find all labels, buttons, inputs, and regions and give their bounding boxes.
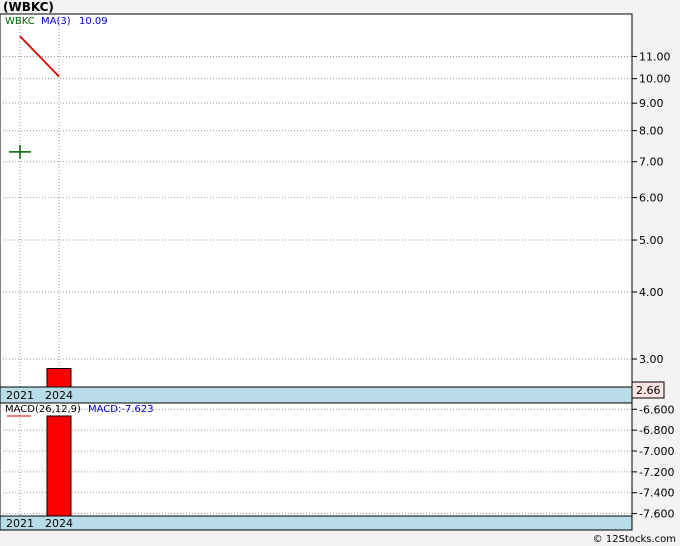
macd-y-tick-label: -6.600 bbox=[639, 403, 674, 416]
last-price-label: 2.66 bbox=[636, 384, 661, 397]
price-y-tick-label: 10.00 bbox=[639, 73, 671, 86]
macd-x-axis-band bbox=[0, 515, 633, 531]
price-y-tick-label: 4.00 bbox=[639, 286, 664, 299]
macd-panel: -6.600 -6.800 -7.000 -7.200 -7.400 -7.600 202… bbox=[0, 402, 674, 531]
price-y-tick-label: 6.00 bbox=[639, 192, 664, 205]
price-y-tick-label: 9.00 bbox=[639, 97, 664, 110]
macd-plot-area bbox=[0, 402, 633, 517]
macd-bars bbox=[46, 415, 72, 517]
x-label-2021: 2021 bbox=[6, 517, 34, 530]
price-plot-area bbox=[0, 13, 633, 388]
price-panel: 11.00 10.00 9.00 8.00 7.00 6.00 5.00 4.00 3.00 2… bbox=[0, 13, 671, 404]
macd-bar-2024 bbox=[46, 415, 72, 517]
stock-chart: (WBKC) 11.00 10.00 9.00 8.00 7.00 6.00 5.00 4.0… bbox=[0, 0, 676, 545]
x-label-2024: 2024 bbox=[45, 517, 73, 530]
macd-y-tick-label: -7.000 bbox=[639, 445, 674, 458]
chart-title: (WBKC) bbox=[3, 0, 54, 14]
price-y-axis: 11.00 10.00 9.00 8.00 7.00 6.00 5.00 4.00 3.00 bbox=[632, 50, 671, 366]
macd-y-tick-label: -7.600 bbox=[639, 508, 674, 521]
legend-ma-label: MA(3) bbox=[41, 16, 71, 27]
price-y-tick-label: 11.00 bbox=[639, 50, 671, 63]
macd-legend-value: MACD:-7.623 bbox=[88, 404, 154, 415]
price-y-tick-label: 5.00 bbox=[639, 234, 664, 247]
legend-ma-value: 10.09 bbox=[79, 16, 108, 27]
price-x-axis-band bbox=[0, 386, 633, 404]
price-y-tick-label: 8.00 bbox=[639, 125, 664, 138]
price-y-tick-label: 7.00 bbox=[639, 156, 664, 169]
macd-legend-label: MACD(26,12,9) bbox=[5, 404, 81, 415]
credit-text: © 12Stocks.com bbox=[593, 534, 676, 545]
macd-y-axis: -6.600 -6.800 -7.000 -7.200 -7.400 -7.600 bbox=[632, 403, 674, 521]
price-y-tick-label: 3.00 bbox=[639, 353, 664, 366]
x-label-2021: 2021 bbox=[6, 389, 34, 402]
x-label-2024: 2024 bbox=[45, 389, 73, 402]
price-bar-2024 bbox=[46, 367, 72, 388]
price-bars bbox=[46, 367, 72, 388]
macd-y-tick-label: -7.200 bbox=[639, 466, 674, 479]
legend-symbol: WBKC bbox=[5, 16, 35, 27]
macd-y-tick-label: -7.400 bbox=[639, 487, 674, 500]
macd-y-tick-label: -6.800 bbox=[639, 424, 674, 437]
